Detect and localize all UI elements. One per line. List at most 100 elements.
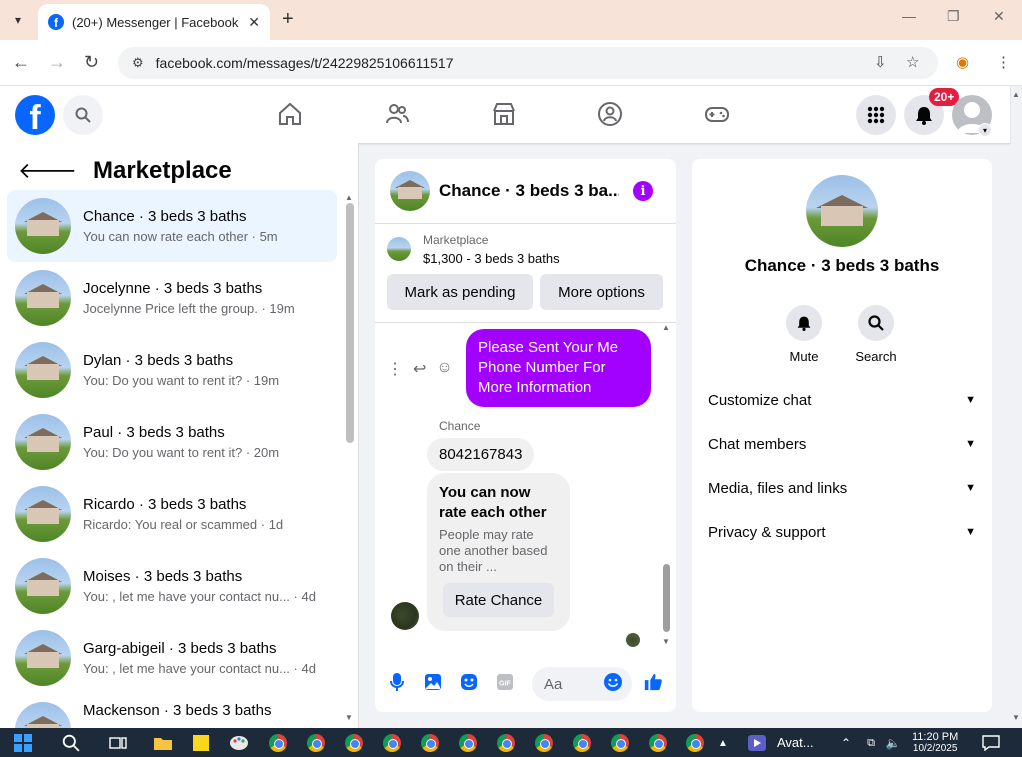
tab-title: (20+) Messenger | Facebook: [72, 14, 239, 30]
window-close-icon[interactable]: ✕: [993, 8, 1005, 25]
avatar-app-icon[interactable]: [746, 733, 768, 753]
page-scroll-up-icon[interactable]: ▲: [1012, 90, 1020, 99]
home-icon[interactable]: [276, 100, 304, 128]
chat-scroll-down-icon[interactable]: ▼: [662, 637, 670, 646]
microphone-icon[interactable]: [387, 672, 407, 692]
tab-search-chevron-icon[interactable]: ▾: [6, 8, 30, 32]
notification-center-icon[interactable]: [980, 733, 1002, 753]
menu-grid-icon[interactable]: [856, 95, 896, 135]
minimize-icon[interactable]: —: [902, 8, 916, 24]
rating-card-description: People may rate one another based on the…: [439, 527, 548, 574]
mute-action[interactable]: Mute: [779, 305, 829, 364]
info-icon[interactable]: i: [633, 181, 653, 201]
task-view-icon[interactable]: [107, 733, 129, 753]
chrome-window-icon[interactable]: [647, 733, 669, 753]
url-omnibox[interactable]: ⚙ facebook.com/messages/t/24229825106611…: [118, 47, 938, 79]
install-app-icon[interactable]: ⇩: [874, 53, 887, 71]
reply-icon[interactable]: ↩: [413, 359, 426, 379]
media-files-links-row[interactable]: Media, files and links ▼: [708, 476, 976, 500]
chrome-window-icon[interactable]: [609, 733, 631, 753]
reload-icon[interactable]: ↻: [84, 52, 99, 73]
search-in-chat-icon[interactable]: [858, 305, 894, 341]
site-info-icon[interactable]: ⚙: [132, 55, 144, 71]
listing-summary[interactable]: Marketplace $1,300 - 3 beds 3 baths: [387, 233, 560, 266]
chat-scroll-up-icon[interactable]: ▲: [662, 323, 670, 332]
conversation-item-garg-abigeil[interactable]: Garg-abigeil · 3 beds 3 baths You: , let …: [7, 622, 337, 694]
clock-time: 11:20 PM: [912, 731, 959, 743]
browser-menu-icon[interactable]: ⋮: [996, 53, 1011, 71]
back-icon[interactable]: ←: [12, 52, 30, 73]
conversation-item-moises[interactable]: Moises · 3 beds 3 baths You: , let me hav…: [7, 550, 337, 622]
conversation-item-dylan[interactable]: Dylan · 3 beds 3 baths You: Do you want t…: [7, 334, 337, 406]
marketplace-icon[interactable]: [490, 100, 518, 128]
mark-as-pending-button[interactable]: Mark as pending: [387, 274, 533, 310]
conversation-item-ricardo[interactable]: Ricardo · 3 beds 3 baths Ricardo: You rea…: [7, 478, 337, 550]
restore-icon[interactable]: ❐: [947, 8, 960, 25]
list-scrollbar[interactable]: [346, 203, 354, 443]
conversation-preview: You: , let me have your contact nu... · …: [83, 589, 316, 604]
bookmark-star-icon[interactable]: ☆: [906, 53, 919, 71]
chrome-window-icon[interactable]: [305, 733, 327, 753]
new-tab-icon[interactable]: +: [282, 8, 294, 31]
network-icon[interactable]: ⧉: [860, 733, 882, 753]
page-scroll-down-icon[interactable]: ▼: [1012, 713, 1020, 722]
chrome-window-icon[interactable]: [571, 733, 593, 753]
emoji-icon[interactable]: [603, 672, 623, 692]
chrome-window-icon[interactable]: [684, 733, 706, 753]
conversation-item-paul[interactable]: Paul · 3 beds 3 baths You: Do you want to…: [7, 406, 337, 478]
conversation-item-jocelynne[interactable]: Jocelynne · 3 beds 3 baths Jocelynne Pric…: [7, 262, 337, 334]
sticky-notes-icon[interactable]: [190, 733, 212, 753]
sender-avatar[interactable]: [391, 602, 419, 630]
groups-icon[interactable]: [596, 100, 624, 128]
forward-icon[interactable]: →: [48, 52, 66, 73]
file-explorer-icon[interactable]: [152, 733, 174, 753]
chrome-window-icon[interactable]: [419, 733, 441, 753]
contact-avatar[interactable]: [806, 175, 878, 247]
thumbs-up-icon[interactable]: [643, 672, 663, 692]
taskbar-overflow-icon[interactable]: ▲: [712, 733, 734, 753]
friends-icon[interactable]: [383, 100, 411, 128]
chat-avatar[interactable]: [390, 171, 430, 211]
close-tab-icon[interactable]: ✕: [248, 14, 260, 31]
incoming-message[interactable]: 8042167843: [427, 438, 535, 471]
chrome-window-icon[interactable]: [457, 733, 479, 753]
privacy-support-row[interactable]: Privacy & support ▼: [708, 520, 976, 544]
conversation-item-chance[interactable]: Chance · 3 beds 3 baths You can now rate …: [7, 190, 337, 262]
search-icon[interactable]: [63, 95, 103, 135]
chrome-window-icon[interactable]: [533, 733, 555, 753]
back-arrow-icon[interactable]: 🡐: [18, 158, 77, 184]
sticker-icon[interactable]: [459, 672, 479, 692]
volume-icon[interactable]: 🔈: [882, 733, 904, 753]
gif-icon[interactable]: GIF: [495, 672, 515, 692]
customize-chat-row[interactable]: Customize chat ▼: [708, 388, 976, 412]
chat-scrollbar[interactable]: [663, 564, 670, 632]
search-action[interactable]: Search: [851, 305, 901, 364]
account-chevron-icon[interactable]: ▾: [978, 123, 992, 137]
list-scroll-down-icon[interactable]: ▼: [345, 713, 353, 722]
listing-label: Marketplace: [423, 233, 489, 247]
outgoing-message[interactable]: Please Sent Your Me Phone Number For Mor…: [466, 329, 651, 407]
system-tray-chevron-icon[interactable]: ⌃: [835, 733, 857, 753]
gaming-icon[interactable]: [703, 100, 731, 128]
rate-chance-button[interactable]: Rate Chance: [443, 583, 554, 617]
chrome-window-icon[interactable]: [343, 733, 365, 753]
mute-bell-icon[interactable]: [786, 305, 822, 341]
react-emoji-icon[interactable]: ☺: [436, 359, 452, 379]
list-scroll-up-icon[interactable]: ▲: [345, 193, 353, 202]
clock[interactable]: 11:20 PM 10/2/2025: [912, 731, 958, 755]
chrome-window-icon[interactable]: [267, 733, 289, 753]
more-actions-icon[interactable]: ⋮: [387, 359, 403, 379]
windows-start-icon[interactable]: [12, 733, 34, 753]
chat-title[interactable]: Chance · 3 beds 3 ba...: [439, 181, 619, 201]
more-options-button[interactable]: More options: [540, 274, 663, 310]
avatar-app-label[interactable]: Avat...: [777, 735, 814, 750]
taskbar-search-icon[interactable]: [60, 733, 82, 753]
browser-tab[interactable]: f (20+) Messenger | Facebook ✕: [38, 4, 270, 40]
paint-icon[interactable]: [228, 733, 250, 753]
chat-members-row[interactable]: Chat members ▼: [708, 432, 976, 456]
profile-icon[interactable]: ◉: [956, 53, 969, 71]
chrome-window-icon[interactable]: [381, 733, 403, 753]
photo-icon[interactable]: [423, 672, 443, 692]
facebook-logo-icon[interactable]: f: [15, 95, 55, 135]
chrome-window-icon[interactable]: [495, 733, 517, 753]
